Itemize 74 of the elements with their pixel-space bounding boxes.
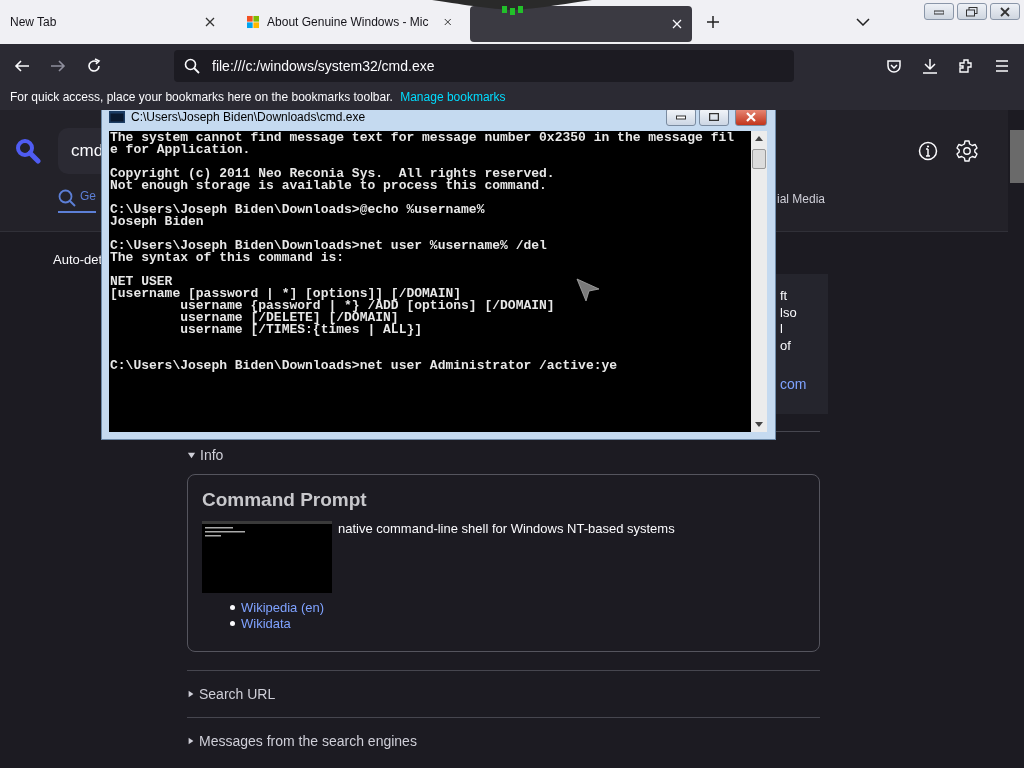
info-icon[interactable]: [918, 141, 938, 161]
console-line: Copyright (c) 2011 Neo Reconia Sys. All rights reserved.: [110, 168, 556, 180]
caret-icon: [187, 450, 196, 460]
bookmarks-hint: For quick access, place your bookmarks here on the bookmarks toolbar.: [10, 90, 393, 104]
console-line: C:\Users\Joseph Biden\Downloads>net user Administrator /active:ye: [110, 360, 619, 372]
windows-logo-icon: [247, 14, 260, 30]
category-tab[interactable]: Ge: [58, 189, 96, 213]
panel-text: lso: [780, 304, 798, 321]
manage-bookmarks-link[interactable]: Manage bookmarks: [400, 90, 506, 104]
forward-icon[interactable]: [50, 58, 66, 74]
console-icon: [109, 110, 125, 123]
console-line: C:\Users\Joseph Biden\Downloads>@echo %username%: [110, 204, 486, 216]
card-link[interactable]: Wikipedia (en): [241, 599, 325, 615]
caret-icon: [187, 690, 195, 698]
close-icon[interactable]: [444, 17, 452, 27]
puzzle-icon[interactable]: [958, 58, 974, 74]
back-icon[interactable]: [14, 58, 30, 74]
card-link[interactable]: Wikidata: [241, 615, 291, 631]
close-icon: [1000, 6, 1010, 17]
section-toggle[interactable]: Messages from the search engines: [187, 732, 417, 750]
maximize-button[interactable]: [699, 110, 729, 126]
download-icon[interactable]: [922, 58, 938, 74]
minimize-icon: [676, 113, 686, 120]
settings-icon[interactable]: [956, 140, 978, 162]
console-line: e for Application.: [110, 144, 252, 156]
close-button[interactable]: [990, 3, 1020, 20]
console-line: username [/DELETE] [/DOMAIN]: [179, 312, 399, 324]
maximize-icon: [709, 112, 719, 121]
close-button[interactable]: [735, 110, 767, 126]
search-icon: [58, 189, 76, 207]
console-line: The system cannot find message text for message number 0x2350 in the message fil: [110, 132, 736, 144]
scroll-thumb[interactable]: [1010, 130, 1024, 183]
panel-text: l: [780, 321, 784, 338]
arrow-down-icon[interactable]: [755, 422, 763, 427]
card-title: Command Prompt: [202, 489, 368, 511]
close-icon[interactable]: [205, 17, 215, 27]
autodetect-label: Auto-det: [53, 252, 103, 267]
category-tab[interactable]: ial Media: [777, 189, 826, 213]
scroll-thumb[interactable]: [752, 149, 766, 169]
magnifier-logo-icon: [15, 138, 41, 164]
search-icon: [184, 58, 200, 74]
card-description: native command-line shell for Windows NT-based systems: [338, 521, 675, 538]
console-line: [username [password | *] [options]] [/DOMAIN]: [110, 288, 462, 300]
browser-tab[interactable]: New Tab: [0, 4, 225, 40]
panel-text: of: [780, 337, 792, 354]
panel-text: ft: [780, 288, 789, 305]
console-line: username {password | *} /ADD [options] [/DOMAIN]: [180, 300, 556, 312]
scrollbar[interactable]: [751, 131, 767, 432]
new-tab-icon[interactable]: [706, 15, 720, 29]
console-line: C:\Users\Joseph Biden\Downloads>net user %username% /del: [110, 240, 548, 252]
reload-icon[interactable]: [86, 58, 102, 74]
restore-icon: [966, 6, 978, 17]
cursor-icon: [576, 278, 600, 302]
console-line: Not enough storage is available to process this command.: [110, 180, 548, 192]
console-line: The syntax of this command is:: [110, 252, 346, 264]
console-title: C:\Users\Joseph Biden\Downloads\cmd.exe: [131, 110, 366, 124]
browser-tab[interactable]: About Genuine Windows - Mic: [233, 4, 462, 40]
menu-icon[interactable]: [994, 58, 1010, 74]
caret-icon: [187, 737, 195, 745]
close-icon: [746, 111, 756, 122]
restore-button[interactable]: [957, 3, 987, 20]
console-line: Joseph Biden: [110, 216, 204, 228]
info-toggle[interactable]: Info: [187, 446, 224, 464]
address-bar[interactable]: file:///c:/windows/system32/cmd.exe: [174, 50, 794, 82]
section-toggle[interactable]: Search URL: [187, 685, 276, 703]
panel-link[interactable]: com: [780, 376, 828, 393]
console-line: NET USER: [110, 276, 173, 288]
console-line: username [/TIMES:{times | ALL}]: [179, 324, 424, 336]
bullet-icon: [230, 620, 235, 626]
chevron-down-icon[interactable]: [856, 18, 870, 26]
arrow-up-icon[interactable]: [755, 136, 763, 141]
pocket-icon[interactable]: [886, 58, 902, 74]
bullet-icon: [230, 604, 235, 610]
minimize-icon: [934, 8, 944, 15]
